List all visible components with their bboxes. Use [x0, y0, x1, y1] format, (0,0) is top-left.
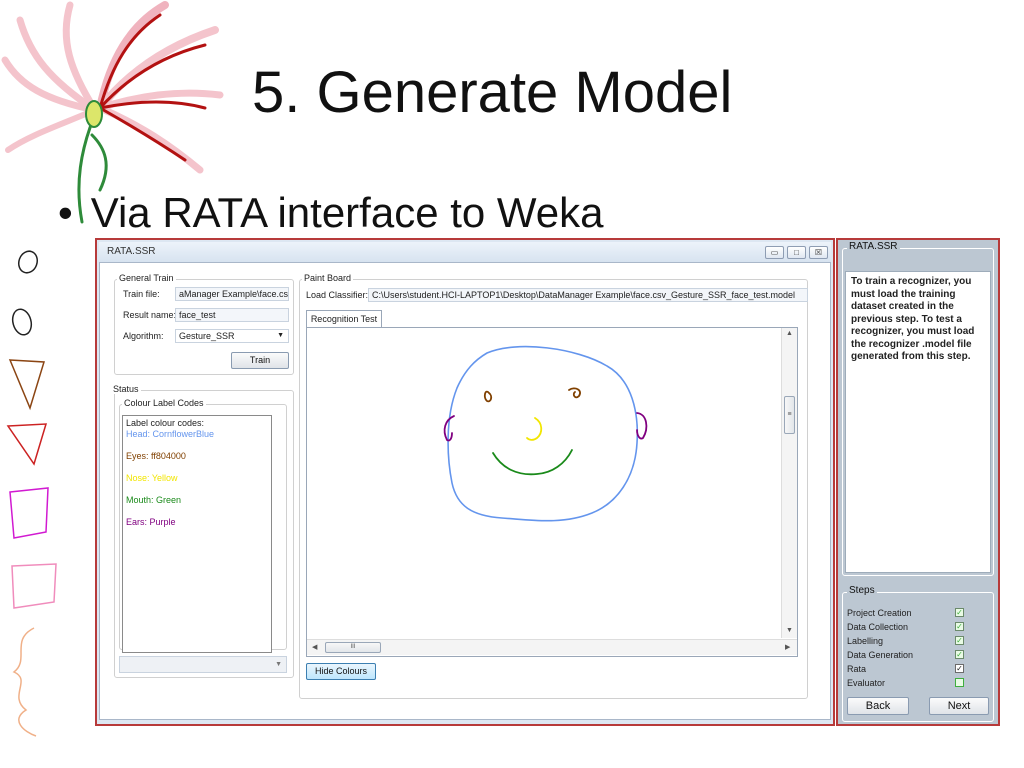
- step-label: Project Creation: [847, 608, 912, 618]
- general-train-group: General Train Train file: aManager Examp…: [114, 273, 294, 375]
- check-icon: ✓: [955, 664, 964, 673]
- step-labelling: Labelling ✓: [847, 635, 987, 648]
- status-dropdown[interactable]: ▼: [119, 656, 287, 673]
- decorative-shapes: [6, 250, 57, 737]
- colour-label-codes-group: Colour Label Codes Label colour codes: H…: [119, 398, 287, 653]
- train-button[interactable]: Train: [231, 352, 289, 369]
- bullet-text: Via RATA interface to Weka: [90, 189, 604, 236]
- horizontal-scroll-thumb[interactable]: III: [325, 642, 381, 653]
- check-icon: ✓: [955, 636, 964, 645]
- step-project-creation: Project Creation ✓: [847, 607, 987, 620]
- paint-board-title: Paint Board: [302, 273, 354, 283]
- status-title: Status: [111, 384, 141, 394]
- colour-line: Label colour codes:: [126, 418, 205, 428]
- scroll-up-icon[interactable]: ▲: [786, 330, 793, 337]
- nose-stroke: [526, 417, 543, 441]
- colour-label-codes-title: Colour Label Codes: [122, 398, 206, 408]
- scroll-left-icon[interactable]: ◀: [312, 643, 317, 651]
- empty-checkbox-icon: [955, 678, 964, 687]
- slide-title: 5. Generate Model: [252, 60, 733, 125]
- slide-bullet: • Via RATA interface to Weka: [58, 188, 604, 238]
- back-button[interactable]: Back: [847, 697, 909, 715]
- colour-line: [126, 462, 268, 473]
- step-label: Data Generation: [847, 650, 914, 660]
- step-data-collection: Data Collection ✓: [847, 621, 987, 634]
- next-button[interactable]: Next: [929, 697, 989, 715]
- colour-line: Ears: Purple: [126, 517, 176, 527]
- hide-colours-button[interactable]: Hide Colours: [306, 663, 376, 680]
- vertical-scrollbar[interactable]: ▲ ≡ ▼: [781, 328, 797, 638]
- colour-line: [126, 440, 268, 451]
- rata-window: RATA.SSR ▭ □ ☒ General Train Train file:…: [95, 238, 835, 726]
- load-classifier-label: Load Classifier:: [306, 290, 369, 300]
- horizontal-scrollbar[interactable]: ◀ III ▶: [307, 639, 797, 655]
- step-label: Labelling: [847, 636, 884, 646]
- side-panel-title: RATA.SSR: [847, 241, 900, 252]
- step-evaluator: Evaluator: [847, 677, 987, 690]
- scroll-right-icon[interactable]: ▶: [785, 643, 790, 651]
- colour-line: [126, 506, 268, 517]
- head-stroke: [447, 345, 639, 522]
- colour-line: Eyes: ff804000: [126, 451, 186, 461]
- window-title: RATA.SSR: [107, 246, 156, 257]
- train-file-field[interactable]: aManager Example\face.csv: [175, 287, 289, 301]
- maximize-button[interactable]: □: [787, 246, 806, 259]
- face-drawing: [443, 345, 648, 522]
- train-file-label: Train file:: [123, 289, 160, 299]
- step-data-generation: Data Generation ✓: [847, 649, 987, 662]
- result-name-field[interactable]: face_test: [175, 308, 289, 322]
- check-icon: ✓: [955, 650, 964, 659]
- close-button[interactable]: ☒: [809, 246, 828, 259]
- step-label: Rata: [847, 664, 867, 674]
- check-icon: ✓: [955, 608, 964, 617]
- minimize-button[interactable]: ▭: [765, 246, 784, 259]
- mouth-stroke: [492, 449, 573, 476]
- load-classifier-field[interactable]: C:\Users\student.HCI-LAPTOP1\Desktop\Dat…: [368, 288, 808, 302]
- result-name-label: Result name:: [123, 310, 177, 320]
- check-icon: ✓: [955, 622, 964, 631]
- vertical-scroll-thumb[interactable]: ≡: [784, 396, 795, 434]
- window-client: General Train Train file: aManager Examp…: [99, 262, 831, 720]
- algorithm-label: Algorithm:: [123, 331, 164, 341]
- colour-line: Mouth: Green: [126, 495, 182, 505]
- right-eye-stroke: [568, 387, 581, 399]
- colour-line: Nose: Yellow: [126, 473, 178, 483]
- instructions-text: To train a recognizer, you must load the…: [845, 271, 991, 573]
- step-label: Evaluator: [847, 678, 886, 688]
- scroll-down-icon[interactable]: ▼: [786, 627, 793, 634]
- chevron-down-icon: ▼: [275, 661, 282, 668]
- tab-recognition-test[interactable]: Recognition Test: [306, 310, 382, 328]
- window-titlebar[interactable]: RATA.SSR ▭ □ ☒: [99, 242, 831, 262]
- colour-codes-list[interactable]: Label colour codes: Head: CornflowerBlue…: [122, 415, 272, 653]
- bullet-dot: •: [58, 189, 73, 236]
- paint-board-group: Paint Board Load Classifier: C:\Users\st…: [299, 273, 808, 699]
- steps-title: Steps: [847, 585, 877, 596]
- chevron-down-icon: ▼: [277, 332, 284, 339]
- status-group: Status Colour Label Codes Label colour c…: [111, 384, 294, 678]
- general-train-title: General Train: [117, 273, 176, 283]
- step-label: Data Collection: [847, 622, 909, 632]
- algorithm-select[interactable]: Gesture_SSR ▼: [175, 329, 289, 343]
- drawing-canvas[interactable]: ▲ ≡ ▼ ◀ III ▶: [306, 327, 798, 657]
- right-ear-stroke: [636, 412, 648, 440]
- colour-line: [126, 484, 268, 495]
- step-rata: Rata ✓: [847, 663, 987, 676]
- side-panel: RATA.SSR To train a recognizer, you must…: [836, 238, 1000, 726]
- steps-group: Steps Project Creation ✓ Data Collection…: [842, 585, 994, 722]
- instructions-group: RATA.SSR To train a recognizer, you must…: [842, 241, 994, 576]
- colour-line: Head: CornflowerBlue: [126, 429, 215, 439]
- algorithm-value: Gesture_SSR: [179, 331, 235, 341]
- left-eye-stroke: [483, 390, 493, 403]
